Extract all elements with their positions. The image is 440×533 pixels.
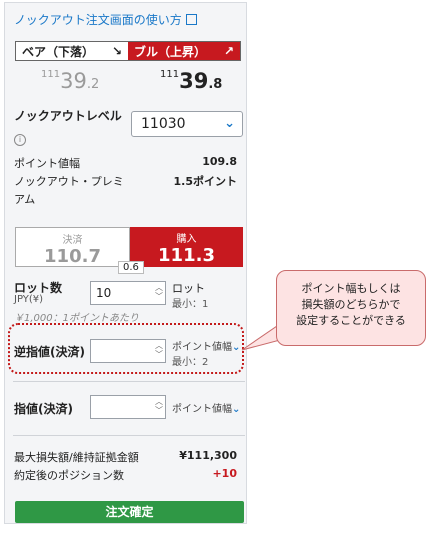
knockout-level-value: 11030 [141, 116, 186, 132]
confirm-order-button[interactable]: 注文確定 [15, 501, 244, 523]
bear-price-prefix: 111 [41, 69, 61, 80]
spread-badge: 0.6 [118, 261, 144, 274]
bull-price-suffix: .8 [208, 77, 223, 92]
lot-stepper[interactable]: ︿ ﹀ [155, 283, 163, 301]
bear-price-main: 39 [60, 69, 87, 93]
knockout-level-label: ノックアウトレベル [14, 109, 122, 123]
knockout-level-select[interactable]: 11030 ⌄ [131, 111, 243, 137]
lot-input[interactable]: 10 ︿ ﹀ [90, 281, 166, 305]
buy-label: 購入 [176, 234, 197, 245]
callout-line1: ポイント幅もしくは [301, 282, 401, 295]
external-link-icon [185, 14, 197, 25]
info-icon[interactable]: i [14, 127, 26, 146]
bear-label: ベア（下落） [22, 44, 95, 59]
direction-toggle: ベア（下落） ↘ ブル（上昇） ↗ [15, 41, 241, 61]
chevron-down-icon: ⌄ [232, 404, 241, 415]
premium-label-line1: ノックアウト・プレミ [14, 175, 124, 188]
stop-highlight-frame [8, 323, 244, 374]
annotation-callout: ポイント幅もしくは 損失額のどちらかで 設定することができる [276, 270, 426, 346]
lot-min: 最小：1 [172, 299, 209, 310]
limit-unit: ポイント値幅 [172, 404, 232, 415]
arrow-up-right-icon: ↗ [223, 44, 234, 58]
point-width-label: ポイント値幅 [14, 157, 80, 170]
premium-value: 1.5ポイント [173, 175, 238, 188]
lot-unit: ロット [172, 282, 205, 295]
bull-toggle-button[interactable]: ブル（上昇） ↗ [128, 42, 240, 60]
limit-unit-select[interactable]: ポイント値幅⌄ [172, 400, 240, 415]
info-icon-glyph: i [14, 134, 26, 146]
buy-price: 111.3 [158, 245, 215, 266]
bull-price: 11139.8 [160, 69, 222, 93]
settle-label: 決済 [62, 235, 83, 246]
bull-price-prefix: 111 [160, 69, 180, 80]
lot-note: ￥1,000：1ポイントあたり [14, 313, 139, 324]
lot-input-value: 10 [96, 286, 112, 300]
callout-line3: 設定することができる [296, 314, 406, 327]
bull-label: ブル（上昇） [134, 44, 207, 59]
limit-stepper[interactable]: ︿ ﹀ [155, 397, 163, 415]
point-width-value: 109.8 [202, 155, 237, 168]
settle-button[interactable]: 決済 110.7 [15, 227, 130, 267]
settle-price: 110.7 [44, 246, 101, 267]
premium-label-line2: アム [14, 193, 36, 206]
bull-price-main: 39 [179, 69, 209, 93]
buy-button[interactable]: 購入 111.3 [130, 227, 243, 267]
position-label: 約定後のポジション数 [14, 469, 124, 482]
callout-line2: 損失額のどちらかで [301, 298, 401, 311]
limit-input[interactable]: ︿ ﹀ [90, 395, 166, 419]
limit-label: 指値(決済) [14, 402, 73, 416]
bear-price-suffix: .2 [86, 77, 100, 92]
bear-toggle-button[interactable]: ベア（下落） ↘ [16, 42, 128, 60]
divider [13, 381, 245, 382]
lot-currency: JPY(¥) [14, 294, 44, 305]
bear-price: 11139.2 [41, 69, 99, 93]
arrow-down-right-icon: ↘ [111, 44, 122, 58]
max-loss-value: ¥111,300 [179, 449, 237, 462]
help-link-text[interactable]: ノックアウト注文画面の使い方 [14, 13, 182, 27]
chevron-down-icon: ⌄ [224, 116, 235, 131]
help-link[interactable]: ノックアウト注文画面の使い方 [14, 11, 197, 28]
position-value: +10 [212, 467, 237, 480]
max-loss-label: 最大損失額/維持証拠金額 [14, 451, 139, 464]
order-panel: ノックアウト注文画面の使い方 ベア（下落） ↘ ブル（上昇） ↗ 11139.2… [4, 2, 247, 524]
divider [13, 435, 245, 436]
